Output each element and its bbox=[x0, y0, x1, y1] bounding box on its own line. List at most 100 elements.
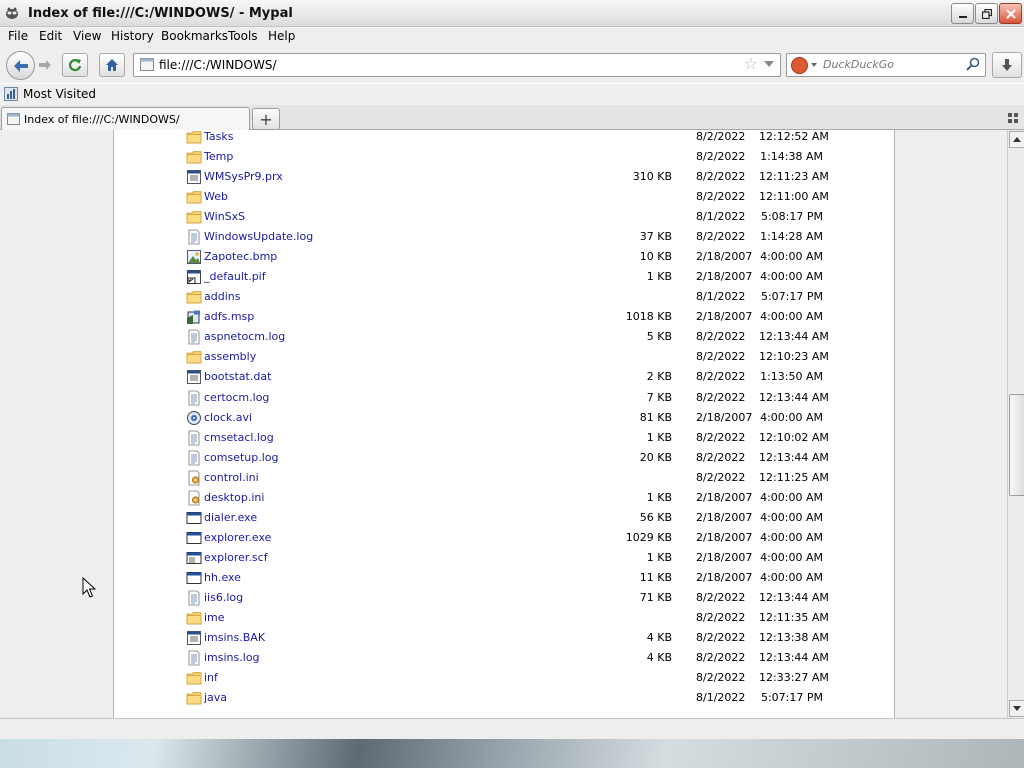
reload-button[interactable] bbox=[62, 53, 88, 77]
bookmark-star-icon[interactable]: ☆ bbox=[744, 56, 758, 72]
file-link[interactable]: WindowsUpdate.log bbox=[204, 230, 313, 243]
minimize-button[interactable] bbox=[951, 3, 974, 24]
menu-tools[interactable]: Tools bbox=[228, 29, 258, 43]
file-date: 8/2/2022 bbox=[696, 430, 746, 444]
file-link[interactable]: java bbox=[204, 691, 227, 704]
search-engine-dropdown-icon[interactable] bbox=[811, 63, 817, 67]
back-arrow-icon bbox=[13, 59, 28, 72]
file-link[interactable]: dialer.exe bbox=[204, 511, 257, 524]
file-txt-icon bbox=[188, 450, 200, 466]
file-time: 4:00:00 AM bbox=[760, 570, 823, 584]
table-row: bootstat.dat 2 KB 8/2/2022 1:13:50 AM bbox=[114, 368, 894, 388]
file-date: 8/2/2022 bbox=[696, 370, 746, 384]
search-placeholder[interactable]: DuckDuckGo bbox=[823, 58, 894, 71]
duckduckgo-engine-icon[interactable] bbox=[791, 57, 808, 74]
file-link[interactable]: inf bbox=[204, 671, 218, 684]
folder-icon bbox=[186, 191, 202, 204]
new-tab-button[interactable]: + bbox=[252, 108, 280, 130]
scrollbar-thumb[interactable] bbox=[1009, 394, 1024, 496]
url-text[interactable]: file:///C:/WINDOWS/ bbox=[159, 58, 277, 72]
file-exe-icon bbox=[186, 571, 202, 584]
table-row: certocm.log 7 KB 8/2/2022 12:13:44 AM bbox=[114, 389, 894, 409]
folder-icon bbox=[186, 672, 202, 685]
file-link[interactable]: clock.avi bbox=[204, 411, 252, 424]
file-size: 10 KB bbox=[639, 250, 672, 264]
file-ini-icon bbox=[188, 490, 200, 506]
file-time: 4:00:00 AM bbox=[760, 490, 823, 504]
file-link[interactable]: Tasks bbox=[204, 130, 233, 143]
menu-bar: File Edit View History Bookmarks Tools H… bbox=[0, 27, 1024, 47]
most-visited-bookmark[interactable]: Most Visited bbox=[4, 87, 96, 101]
menu-help[interactable]: Help bbox=[268, 29, 295, 43]
file-size: 1 KB bbox=[646, 490, 672, 504]
file-link[interactable]: imsins.log bbox=[204, 651, 260, 664]
file-link[interactable]: aspnetocm.log bbox=[204, 330, 285, 343]
downloads-button[interactable] bbox=[992, 52, 1022, 78]
file-link[interactable]: addins bbox=[204, 290, 240, 303]
file-time: 12:33:27 AM bbox=[759, 671, 829, 685]
scroll-down-button[interactable] bbox=[1009, 700, 1024, 717]
url-bar[interactable]: file:///C:/WINDOWS/ ☆ bbox=[133, 53, 781, 77]
file-link[interactable]: cmsetacl.log bbox=[204, 431, 274, 444]
file-link[interactable]: ime bbox=[204, 611, 225, 624]
file-link[interactable]: desktop.ini bbox=[204, 491, 264, 504]
file-link[interactable]: bootstat.dat bbox=[204, 370, 271, 383]
scroll-down-arrow-icon bbox=[1013, 706, 1021, 711]
menu-edit[interactable]: Edit bbox=[39, 29, 62, 43]
file-link[interactable]: WinSxS bbox=[204, 210, 245, 223]
menu-history[interactable]: History bbox=[111, 29, 154, 43]
file-size: 7 KB bbox=[646, 390, 672, 404]
menu-view[interactable]: View bbox=[73, 29, 101, 43]
file-link[interactable]: control.ini bbox=[204, 471, 259, 484]
home-icon bbox=[106, 59, 118, 71]
search-bar[interactable]: DuckDuckGo bbox=[786, 53, 986, 77]
mypal-app-icon[interactable] bbox=[4, 5, 20, 21]
file-link[interactable]: WMSysPr9.prx bbox=[204, 170, 283, 183]
file-date: 2/18/2007 bbox=[696, 270, 753, 284]
table-row: inf 8/2/2022 12:33:27 AM bbox=[114, 669, 894, 689]
file-link[interactable]: explorer.exe bbox=[204, 531, 271, 544]
file-link[interactable]: comsetup.log bbox=[204, 451, 279, 464]
file-link[interactable]: Zapotec.bmp bbox=[204, 250, 277, 263]
table-row: _default.pif 1 KB 2/18/2007 4:00:00 AM bbox=[114, 268, 894, 288]
close-button[interactable] bbox=[999, 3, 1022, 24]
scroll-up-button[interactable] bbox=[1009, 131, 1024, 148]
file-date: 8/1/2022 bbox=[696, 691, 746, 705]
file-link[interactable]: Web bbox=[204, 190, 228, 203]
file-link[interactable]: assembly bbox=[204, 350, 256, 363]
file-date: 8/2/2022 bbox=[696, 170, 746, 184]
file-time: 12:11:35 AM bbox=[759, 610, 829, 624]
forward-button[interactable] bbox=[35, 55, 55, 75]
file-date: 2/18/2007 bbox=[696, 490, 753, 504]
file-link[interactable]: imsins.BAK bbox=[204, 631, 265, 644]
file-time: 12:11:23 AM bbox=[759, 170, 829, 184]
file-link[interactable]: adfs.msp bbox=[204, 310, 254, 323]
table-row: control.ini 8/2/2022 12:11:25 AM bbox=[114, 469, 894, 489]
file-date: 8/2/2022 bbox=[696, 390, 746, 404]
menu-bookmarks[interactable]: Bookmarks bbox=[161, 29, 228, 43]
file-link[interactable]: iis6.log bbox=[204, 591, 243, 604]
file-size: 5 KB bbox=[646, 330, 672, 344]
list-all-tabs-icon[interactable] bbox=[1008, 113, 1018, 123]
search-icon[interactable] bbox=[966, 57, 980, 71]
url-history-dropdown-icon[interactable] bbox=[764, 61, 774, 67]
file-link[interactable]: hh.exe bbox=[204, 571, 241, 584]
tab-index-windows[interactable]: Index of file:///C:/WINDOWS/ bbox=[1, 107, 250, 130]
restore-button[interactable] bbox=[975, 3, 998, 24]
table-row: aspnetocm.log 5 KB 8/2/2022 12:13:44 AM bbox=[114, 328, 894, 348]
file-link[interactable]: explorer.scf bbox=[204, 551, 268, 564]
file-gen-icon bbox=[187, 170, 201, 185]
table-row: imsins.BAK 4 KB 8/2/2022 12:13:38 AM bbox=[114, 629, 894, 649]
file-time: 4:00:00 AM bbox=[760, 250, 823, 264]
file-link[interactable]: certocm.log bbox=[204, 391, 269, 404]
menu-file[interactable]: File bbox=[8, 29, 28, 43]
table-row: Web 8/2/2022 12:11:00 AM bbox=[114, 188, 894, 208]
vertical-scrollbar[interactable] bbox=[1007, 130, 1024, 718]
tab-page-icon bbox=[7, 113, 20, 125]
file-link[interactable]: _default.pif bbox=[204, 270, 266, 283]
file-link[interactable]: Temp bbox=[204, 150, 233, 163]
file-time: 12:11:25 AM bbox=[759, 470, 829, 484]
file-time: 4:00:00 AM bbox=[760, 550, 823, 564]
back-button[interactable] bbox=[6, 51, 35, 80]
home-button[interactable] bbox=[99, 53, 125, 77]
